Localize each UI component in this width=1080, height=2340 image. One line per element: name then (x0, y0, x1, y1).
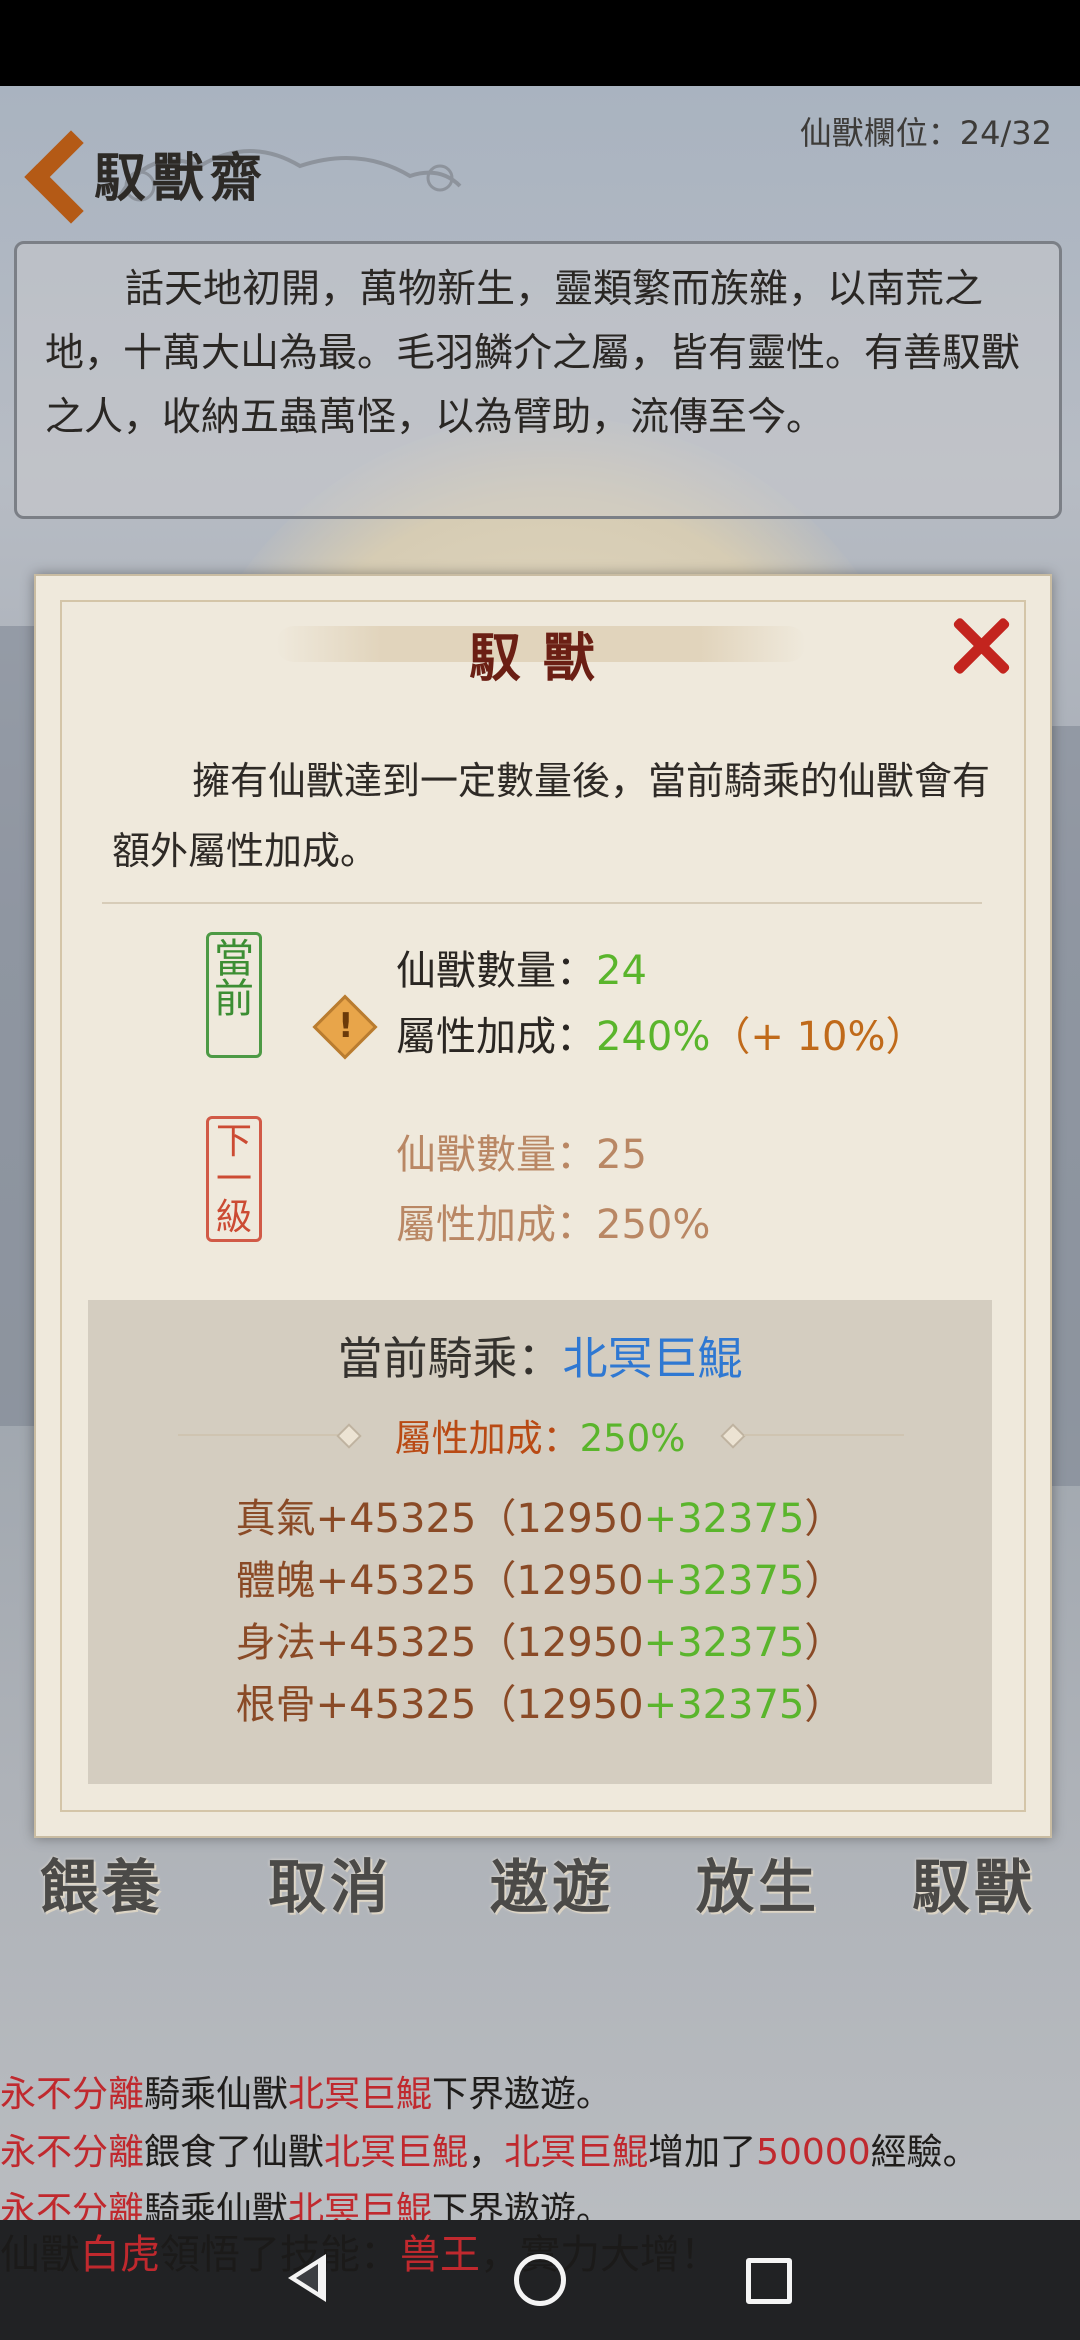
log-player: 永不分離 (0, 2190, 145, 2220)
current-bonus: 屬性加成：240%（+ 10%） (396, 1004, 926, 1062)
log-text: ， (468, 2132, 505, 2173)
next-bonus: 屬性加成：250% (396, 1192, 710, 1250)
warning-mark: ! (338, 1006, 354, 1046)
game-scene: 馭獸齋 仙獸欄位：24/32 話天地初開，萬物新生，靈類繁而族雜，以南荒之地，十… (0, 86, 1080, 2220)
stat-extra: +32375 (643, 1558, 805, 1604)
event-log: 永不分離騎乘仙獸北冥巨鯤下界遨遊。 永不分離餵食了仙獸北冥巨鯤，北冥巨鯤增加了5… (0, 2066, 1080, 2220)
stat-extra: +32375 (643, 1496, 805, 1542)
current-level-stamp: 當前 (206, 932, 262, 1058)
divider (102, 902, 982, 904)
stat-name: 真氣 (235, 1496, 316, 1542)
cancel-button[interactable]: 取消 (268, 1840, 392, 1924)
current-bonus-label: 屬性加成： (396, 1014, 596, 1060)
next-count: 仙獸數量：25 (396, 1122, 647, 1180)
stat-base: 12950 (516, 1682, 644, 1728)
stat-name: 體魄 (235, 1558, 316, 1604)
stat-base: 12950 (516, 1558, 644, 1604)
log-text: 騎乘仙獸 (144, 2190, 289, 2220)
log-player: 永不分離 (0, 2132, 145, 2173)
feed-button[interactable]: 餵養 (40, 1840, 164, 1924)
log-text: 餵食了仙獸 (144, 2132, 325, 2173)
stat-base: 12950 (516, 1620, 644, 1666)
log-line: 永不分離餵食了仙獸北冥巨鯤，北冥巨鯤增加了50000經驗。 (0, 2124, 1080, 2182)
log-line-overlay: 仙獸白虎領悟了技能：兽王，實力大增！ (0, 2222, 720, 2280)
current-bonus-extra: （+ 10%） (710, 1014, 926, 1060)
action-menu: 餵養 取消 遨遊 放生 馭獸 (0, 1840, 1080, 1930)
nav-home-icon[interactable] (514, 2254, 566, 2306)
stat-row: 真氣+45325（12950+32375） (235, 1496, 845, 1542)
log-beast: 白虎 (80, 2232, 160, 2278)
log-beast: 北冥巨鯤 (324, 2132, 469, 2173)
stat-total: +45325 (315, 1620, 477, 1666)
log-beast: 北冥巨鯤 (288, 2190, 433, 2220)
log-text: 下界遨遊。 (432, 2190, 613, 2220)
ride-panel: 當前騎乘：北冥巨鯤 屬性加成：250% 真氣+45325（12950+32375… (88, 1300, 992, 1784)
log-beast: 北冥巨鯤 (288, 2074, 433, 2115)
stat-name: 身法 (235, 1620, 316, 1666)
log-text: 經驗。 (870, 2132, 979, 2173)
nav-back-inner (296, 2264, 318, 2292)
next-bonus-label: 屬性加成： (396, 1202, 596, 1248)
log-exp: 50000 (756, 2132, 871, 2173)
stat-total: +45325 (315, 1682, 477, 1728)
release-button[interactable]: 放生 (696, 1840, 820, 1924)
log-text: 下界遨遊。 (432, 2074, 613, 2115)
tame-dialog: 馭獸 擁有仙獸達到一定數量後，當前騎乘的仙獸會有額外屬性加成。 當前 ! 仙獸數… (34, 574, 1052, 1838)
stat-total: +45325 (315, 1496, 477, 1542)
stat-row: 根骨+45325（12950+32375） (235, 1682, 845, 1728)
log-beast: 北冥巨鯤 (504, 2132, 649, 2173)
stat-name: 根骨 (235, 1682, 316, 1728)
stat-total: +45325 (315, 1558, 477, 1604)
log-text: 仙獸 (0, 2232, 80, 2278)
stat-base: 12950 (516, 1496, 644, 1542)
next-level-stamp: 下一級 (206, 1116, 262, 1242)
ride-bonus-value: 250% (579, 1417, 686, 1460)
ride-bonus: 屬性加成：250% (88, 1408, 992, 1462)
ride-stats-list: 真氣+45325（12950+32375） 體魄+45325（12950+323… (88, 1488, 992, 1736)
log-line: 永不分離騎乘仙獸北冥巨鯤下界遨遊。 (0, 2066, 1080, 2124)
mount-name[interactable]: 北冥巨鯤 (563, 1332, 743, 1385)
stat-extra: +32375 (643, 1682, 805, 1728)
next-count-label: 仙獸數量： (396, 1132, 596, 1178)
next-count-value: 25 (596, 1132, 647, 1178)
dialog-description: 擁有仙獸達到一定數量後，當前騎乘的仙獸會有額外屬性加成。 (112, 759, 991, 873)
current-count: 仙獸數量：24 (396, 938, 647, 996)
log-text: 增加了 (648, 2132, 757, 2173)
roam-button[interactable]: 遨遊 (490, 1840, 614, 1924)
log-text: 騎乘仙獸 (144, 2074, 289, 2115)
slot-counter: 仙獸欄位：24/32 (799, 114, 1052, 152)
log-line: 永不分離騎乘仙獸北冥巨鯤下界遨遊。 (0, 2182, 1080, 2220)
ride-bonus-label: 屬性加成： (394, 1417, 580, 1460)
nav-recent-apps-icon[interactable] (746, 2258, 792, 2304)
ride-label: 當前騎乘： (337, 1332, 563, 1385)
ride-header: 當前騎乘：北冥巨鯤 (88, 1322, 992, 1387)
stat-extra: +32375 (643, 1620, 805, 1666)
status-bar (0, 0, 1080, 86)
intro-panel: 話天地初開，萬物新生，靈類繁而族雜，以南荒之地，十萬大山為最。毛羽鱗介之屬，皆有… (14, 241, 1062, 519)
next-bonus-value: 250% (596, 1202, 711, 1248)
tame-button[interactable]: 馭獸 (912, 1840, 1036, 1924)
log-player: 永不分離 (0, 2074, 145, 2115)
current-count-label: 仙獸數量： (396, 948, 596, 994)
page-title: 馭獸齋 (94, 148, 269, 209)
log-skill: 兽王 (400, 2232, 480, 2278)
current-bonus-value: 240% (596, 1014, 711, 1060)
intro-text: 話天地初開，萬物新生，靈類繁而族雜，以南荒之地，十萬大山為最。毛羽鱗介之屬，皆有… (45, 267, 1021, 440)
stat-row: 身法+45325（12950+32375） (235, 1620, 845, 1666)
current-count-value: 24 (596, 948, 647, 994)
dialog-title: 馭獸 (468, 628, 617, 689)
stat-row: 體魄+45325（12950+32375） (235, 1558, 845, 1604)
close-icon[interactable] (948, 614, 1012, 678)
log-text: 領悟了技能： (160, 2232, 400, 2278)
